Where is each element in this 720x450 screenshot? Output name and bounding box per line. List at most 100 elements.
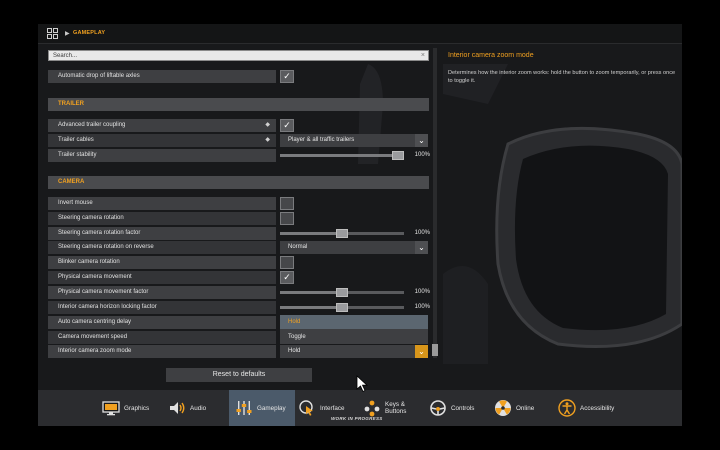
- setting-invert-mouse: Invert mouse: [48, 197, 276, 210]
- settings-window: ▶ GAMEPLAY Search... × Automatic drop of…: [38, 24, 682, 426]
- horizon-locking-slider[interactable]: [280, 301, 404, 314]
- scrollbar-thumb[interactable]: [432, 344, 438, 356]
- nav-accessibility[interactable]: Accessibility: [558, 390, 638, 426]
- nav-graphics[interactable]: Graphics: [102, 390, 168, 426]
- dropdown-value: Player & all traffic trailers: [288, 137, 355, 143]
- radiation-icon: [495, 400, 511, 416]
- diamond-icon: ◆: [265, 122, 270, 128]
- setting-interior-camera-zoom-mode: Interior camera zoom mode: [48, 345, 276, 358]
- nav-online[interactable]: Online: [494, 390, 556, 426]
- nav-label: Keys & Buttons: [385, 401, 406, 415]
- invert-mouse-checkbox[interactable]: [280, 197, 294, 210]
- steering-rotation-checkbox[interactable]: [280, 212, 294, 225]
- dropdown-option-hold[interactable]: Hold: [280, 315, 428, 329]
- dropdown-value: Normal: [288, 244, 308, 250]
- section-trailer: TRAILER: [48, 98, 429, 111]
- steering-rotation-factor-value: 100%: [414, 230, 430, 236]
- setting-label: Blinker camera rotation: [58, 259, 120, 265]
- checkmark-icon: ✓: [283, 71, 291, 81]
- grid-icon[interactable]: [47, 28, 58, 39]
- chevron-down-icon[interactable]: ⌄: [415, 345, 428, 358]
- trailer-stability-slider[interactable]: [280, 149, 404, 162]
- advanced-coupling-checkbox[interactable]: ✓: [280, 119, 294, 132]
- nav-label: Gameplay: [257, 404, 286, 412]
- chevron-down-icon[interactable]: ⌄: [415, 241, 428, 254]
- keys-icon: [364, 400, 380, 417]
- setting-steering-rotation-reverse: Steering camera rotation on reverse: [48, 241, 276, 254]
- setting-advanced-trailer-coupling: Advanced trailer coupling ◆: [48, 119, 276, 132]
- pointer-icon: [299, 400, 313, 416]
- scrollbar-track[interactable]: [433, 48, 437, 358]
- setting-label: Steering camera rotation factor: [58, 230, 141, 236]
- setting-auto-drop-liftable-axles: Automatic drop of liftable axles: [48, 70, 276, 83]
- zoom-mode-dropdown-menu: Hold Toggle: [280, 315, 428, 344]
- setting-camera-movement-speed: Camera movement speed: [48, 331, 276, 344]
- setting-label: Trailer stability: [58, 152, 97, 158]
- slider-fill: [280, 232, 336, 235]
- monitor-icon: [102, 401, 120, 416]
- slider-thumb[interactable]: [392, 151, 404, 160]
- nav-label-line: Keys &: [385, 401, 405, 408]
- breadcrumb-arrow-icon: ▶: [65, 31, 70, 37]
- nav-label: Controls: [451, 404, 475, 412]
- trailer-stability-value: 100%: [414, 152, 430, 158]
- dropdown-value: Hold: [288, 348, 301, 354]
- dropdown-option-toggle[interactable]: Toggle: [280, 330, 428, 344]
- setting-label: Auto camera centring delay: [58, 319, 132, 325]
- info-description: Determines how the interior zoom works: …: [448, 70, 676, 84]
- nav-label: Accessibility: [580, 404, 615, 412]
- nav-controls[interactable]: Controls: [429, 390, 493, 426]
- zoom-mode-dropdown[interactable]: Hold ⌄: [280, 345, 428, 358]
- setting-trailer-cables: Trailer cables ◆: [48, 134, 276, 147]
- sliders-icon: [236, 401, 252, 415]
- nav-label-line: Buttons: [385, 408, 407, 415]
- nav-gameplay[interactable]: Gameplay: [229, 390, 295, 426]
- setting-auto-camera-centring-delay: Auto camera centring delay: [48, 316, 276, 329]
- auto-drop-axles-checkbox[interactable]: ✓: [280, 70, 294, 83]
- trailer-cables-dropdown[interactable]: Player & all traffic trailers ⌄: [280, 134, 428, 147]
- setting-label: Steering camera rotation on reverse: [58, 244, 154, 250]
- nav-label: Interface: [320, 404, 345, 412]
- reset-to-defaults-button[interactable]: Reset to defaults: [166, 368, 312, 382]
- setting-label: Physical camera movement: [58, 274, 132, 280]
- setting-label: Invert mouse: [58, 200, 93, 206]
- physical-movement-factor-slider[interactable]: [280, 286, 404, 299]
- clear-search-icon[interactable]: ×: [421, 52, 425, 59]
- slider-thumb[interactable]: [336, 303, 348, 312]
- setting-physical-movement-factor: Physical camera movement factor: [48, 286, 276, 299]
- horizon-locking-value: 100%: [414, 304, 430, 310]
- slider-fill: [280, 154, 392, 157]
- search-placeholder: Search...: [53, 53, 78, 59]
- slider-thumb[interactable]: [336, 288, 348, 297]
- setting-label: Automatic drop of liftable axles: [58, 73, 140, 79]
- slider-fill: [280, 306, 336, 309]
- chevron-down-icon[interactable]: ⌄: [415, 134, 428, 147]
- setting-trailer-stability: Trailer stability: [48, 149, 276, 162]
- work-in-progress-label: WORK IN PROGRESS: [331, 416, 383, 421]
- steering-rotation-factor-slider[interactable]: [280, 227, 404, 240]
- setting-label: Physical camera movement factor: [58, 289, 149, 295]
- setting-label: Trailer cables: [58, 137, 94, 143]
- nav-label: Online: [516, 404, 535, 412]
- steering-reverse-dropdown[interactable]: Normal ⌄: [280, 241, 428, 254]
- setting-label: Camera movement speed: [58, 334, 128, 340]
- checkmark-icon: ✓: [283, 272, 291, 282]
- setting-blinker-camera-rotation: Blinker camera rotation: [48, 256, 276, 269]
- slider-thumb[interactable]: [336, 229, 348, 238]
- physical-movement-checkbox[interactable]: ✓: [280, 271, 294, 284]
- physical-movement-factor-value: 100%: [414, 289, 430, 295]
- nav-audio[interactable]: Audio: [168, 390, 228, 426]
- setting-physical-camera-movement: Physical camera movement: [48, 271, 276, 284]
- setting-label: Advanced trailer coupling: [58, 122, 126, 128]
- search-input[interactable]: Search... ×: [48, 50, 429, 61]
- person-icon: [558, 399, 576, 417]
- blinker-rotation-checkbox[interactable]: [280, 256, 294, 269]
- nav-label: Audio: [190, 404, 207, 412]
- setting-steering-camera-rotation: Steering camera rotation: [48, 212, 276, 225]
- section-camera: CAMERA: [48, 176, 429, 189]
- steering-wheel-icon: [430, 400, 446, 416]
- checkmark-icon: ✓: [283, 120, 291, 130]
- nav-label: Graphics: [124, 404, 150, 412]
- speaker-icon: [170, 402, 185, 414]
- setting-label: Interior camera horizon locking factor: [58, 304, 157, 310]
